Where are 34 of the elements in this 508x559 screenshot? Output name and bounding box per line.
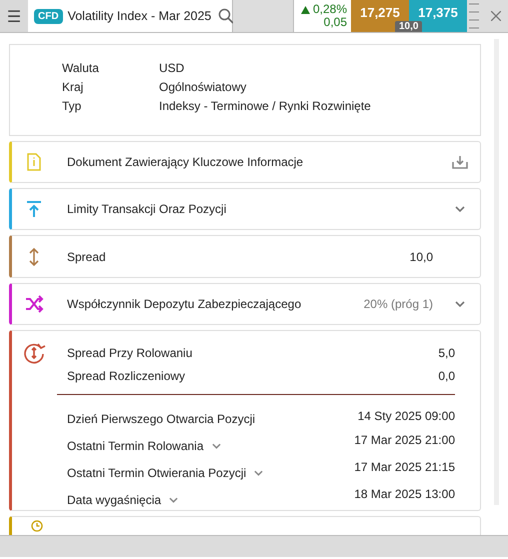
info-value: Indeksy - Terminowe / Rynki Rozwinięte: [159, 99, 372, 116]
date-label: Dzień Pierwszego Otwarcia Pozycji: [67, 412, 256, 426]
rollover-value: 5,0: [438, 346, 455, 360]
date-value: 18 Mar 2025 13:00: [354, 486, 455, 503]
section-row[interactable]: Współczynnik Depozytu Zabezpieczającego 20% (próg 1): [9, 282, 481, 326]
section-label: Współczynnik Depozytu Zabezpieczającego: [67, 297, 302, 312]
change-percent: 0,28%: [312, 3, 347, 16]
spread-badge: 10,0: [395, 21, 422, 32]
date-label: Ostatni Termin Otwierania Pozycji: [67, 466, 246, 480]
date-value: 14 Sty 2025 09:00: [358, 408, 455, 423]
date-value: 17 Mar 2025 21:00: [354, 432, 455, 449]
info-label: Waluta: [62, 61, 100, 78]
rollover-label: Spread Rozliczeniowy: [67, 368, 186, 383]
change-value: 0,05: [324, 16, 347, 29]
section-label: Limity Transakcji Oraz Pozycji: [67, 202, 228, 216]
cfd-badge: CFD: [34, 8, 63, 24]
section-value: 10,0: [410, 250, 433, 264]
info-label: Typ: [62, 99, 82, 116]
section-value: 20% (próg 1): [364, 297, 433, 312]
instrument-title: Volatility Index - Mar 2025: [68, 9, 212, 23]
date-label: Data wygaśnięcia: [67, 492, 162, 507]
info-value: Ogólnoświatowy: [159, 80, 248, 96]
instrument-tab[interactable]: CFD Volatility Index - Mar 2025: [28, 0, 233, 32]
section-label: Spread: [67, 250, 107, 264]
section-row[interactable]: Dokument Zawierający Kluczowe Informacje: [9, 140, 481, 184]
info-label: Kraj: [62, 80, 84, 96]
date-value: 17 Mar 2025 21:15: [354, 460, 455, 476]
rollover-label: Spread Przy Rolowaniu: [67, 346, 192, 360]
rollover-value: 0,0: [438, 368, 455, 383]
section-label: Dokument Zawierający Kluczowe Informacje: [67, 154, 304, 169]
section-row[interactable]: Limity Transakcji Oraz Pozycji: [9, 188, 481, 230]
date-label: Ostatni Termin Rolowania: [67, 438, 204, 453]
info-value: USD: [159, 61, 186, 78]
menu-button[interactable]: ☰: [0, 0, 28, 32]
